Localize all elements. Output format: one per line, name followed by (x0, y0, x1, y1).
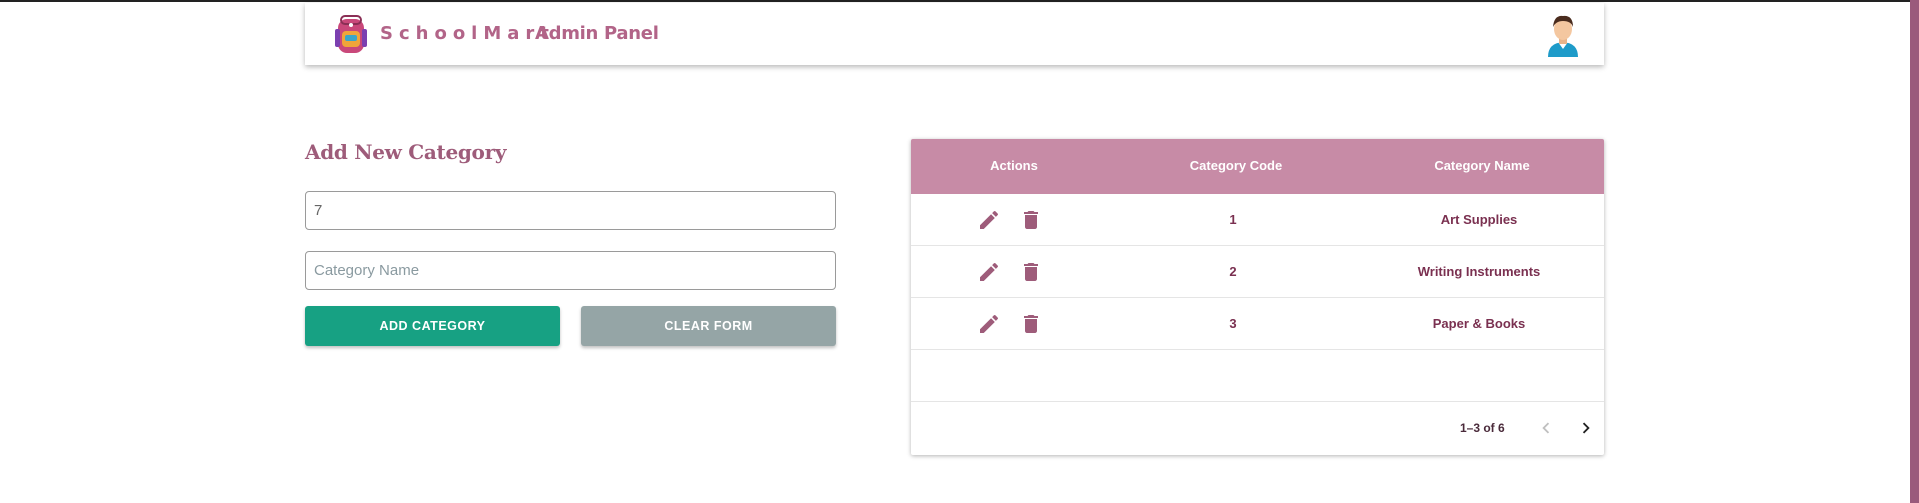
column-header-category-name[interactable]: Category Name (1434, 158, 1529, 173)
edit-pencil-icon[interactable] (977, 208, 1001, 232)
category-name-cell: Art Supplies (1440, 212, 1518, 227)
table-pagination: 1–3 of 6 (911, 402, 1604, 455)
delete-trash-icon[interactable] (1019, 312, 1043, 336)
panel-title: Admin Panel (535, 23, 659, 44)
brand-name[interactable]: SchoolMart (380, 23, 555, 44)
chevron-right-icon[interactable] (1575, 417, 1597, 439)
category-code-cell: 2 (1229, 264, 1237, 279)
edit-pencil-icon[interactable] (977, 260, 1001, 284)
table-header-row: Actions Category Code Category Name (911, 139, 1604, 194)
edit-pencil-icon[interactable] (977, 312, 1001, 336)
chevron-left-icon[interactable] (1535, 417, 1557, 439)
user-avatar-icon[interactable] (1546, 13, 1580, 57)
form-title: Add New Category (305, 140, 507, 164)
window-top-border (0, 0, 1919, 2)
category-code-cell: 1 (1229, 212, 1237, 227)
table-row: 1 Art Supplies (911, 194, 1604, 246)
add-category-button[interactable]: ADD CATEGORY (305, 306, 560, 346)
top-navbar: SchoolMart Admin Panel (305, 3, 1604, 65)
scrollbar[interactable] (1910, 0, 1919, 503)
delete-trash-icon[interactable] (1019, 208, 1043, 232)
column-header-category-code[interactable]: Category Code (1190, 158, 1282, 173)
delete-trash-icon[interactable] (1019, 260, 1043, 284)
category-code-input[interactable] (305, 191, 836, 230)
backpack-logo-icon[interactable] (331, 13, 371, 57)
pagination-range: 1–3 of 6 (1460, 421, 1505, 435)
table-row-empty (911, 350, 1604, 402)
category-table: Actions Category Code Category Name 1 Ar… (911, 139, 1604, 455)
category-name-cell: Paper & Books (1432, 316, 1526, 331)
category-name-input[interactable] (305, 251, 836, 290)
clear-form-button[interactable]: CLEAR FORM (581, 306, 836, 346)
column-header-actions[interactable]: Actions (990, 158, 1038, 173)
category-code-cell: 3 (1229, 316, 1237, 331)
category-name-cell: Writing Instruments (1417, 264, 1541, 279)
table-row: 3 Paper & Books (911, 298, 1604, 350)
table-row: 2 Writing Instruments (911, 246, 1604, 298)
